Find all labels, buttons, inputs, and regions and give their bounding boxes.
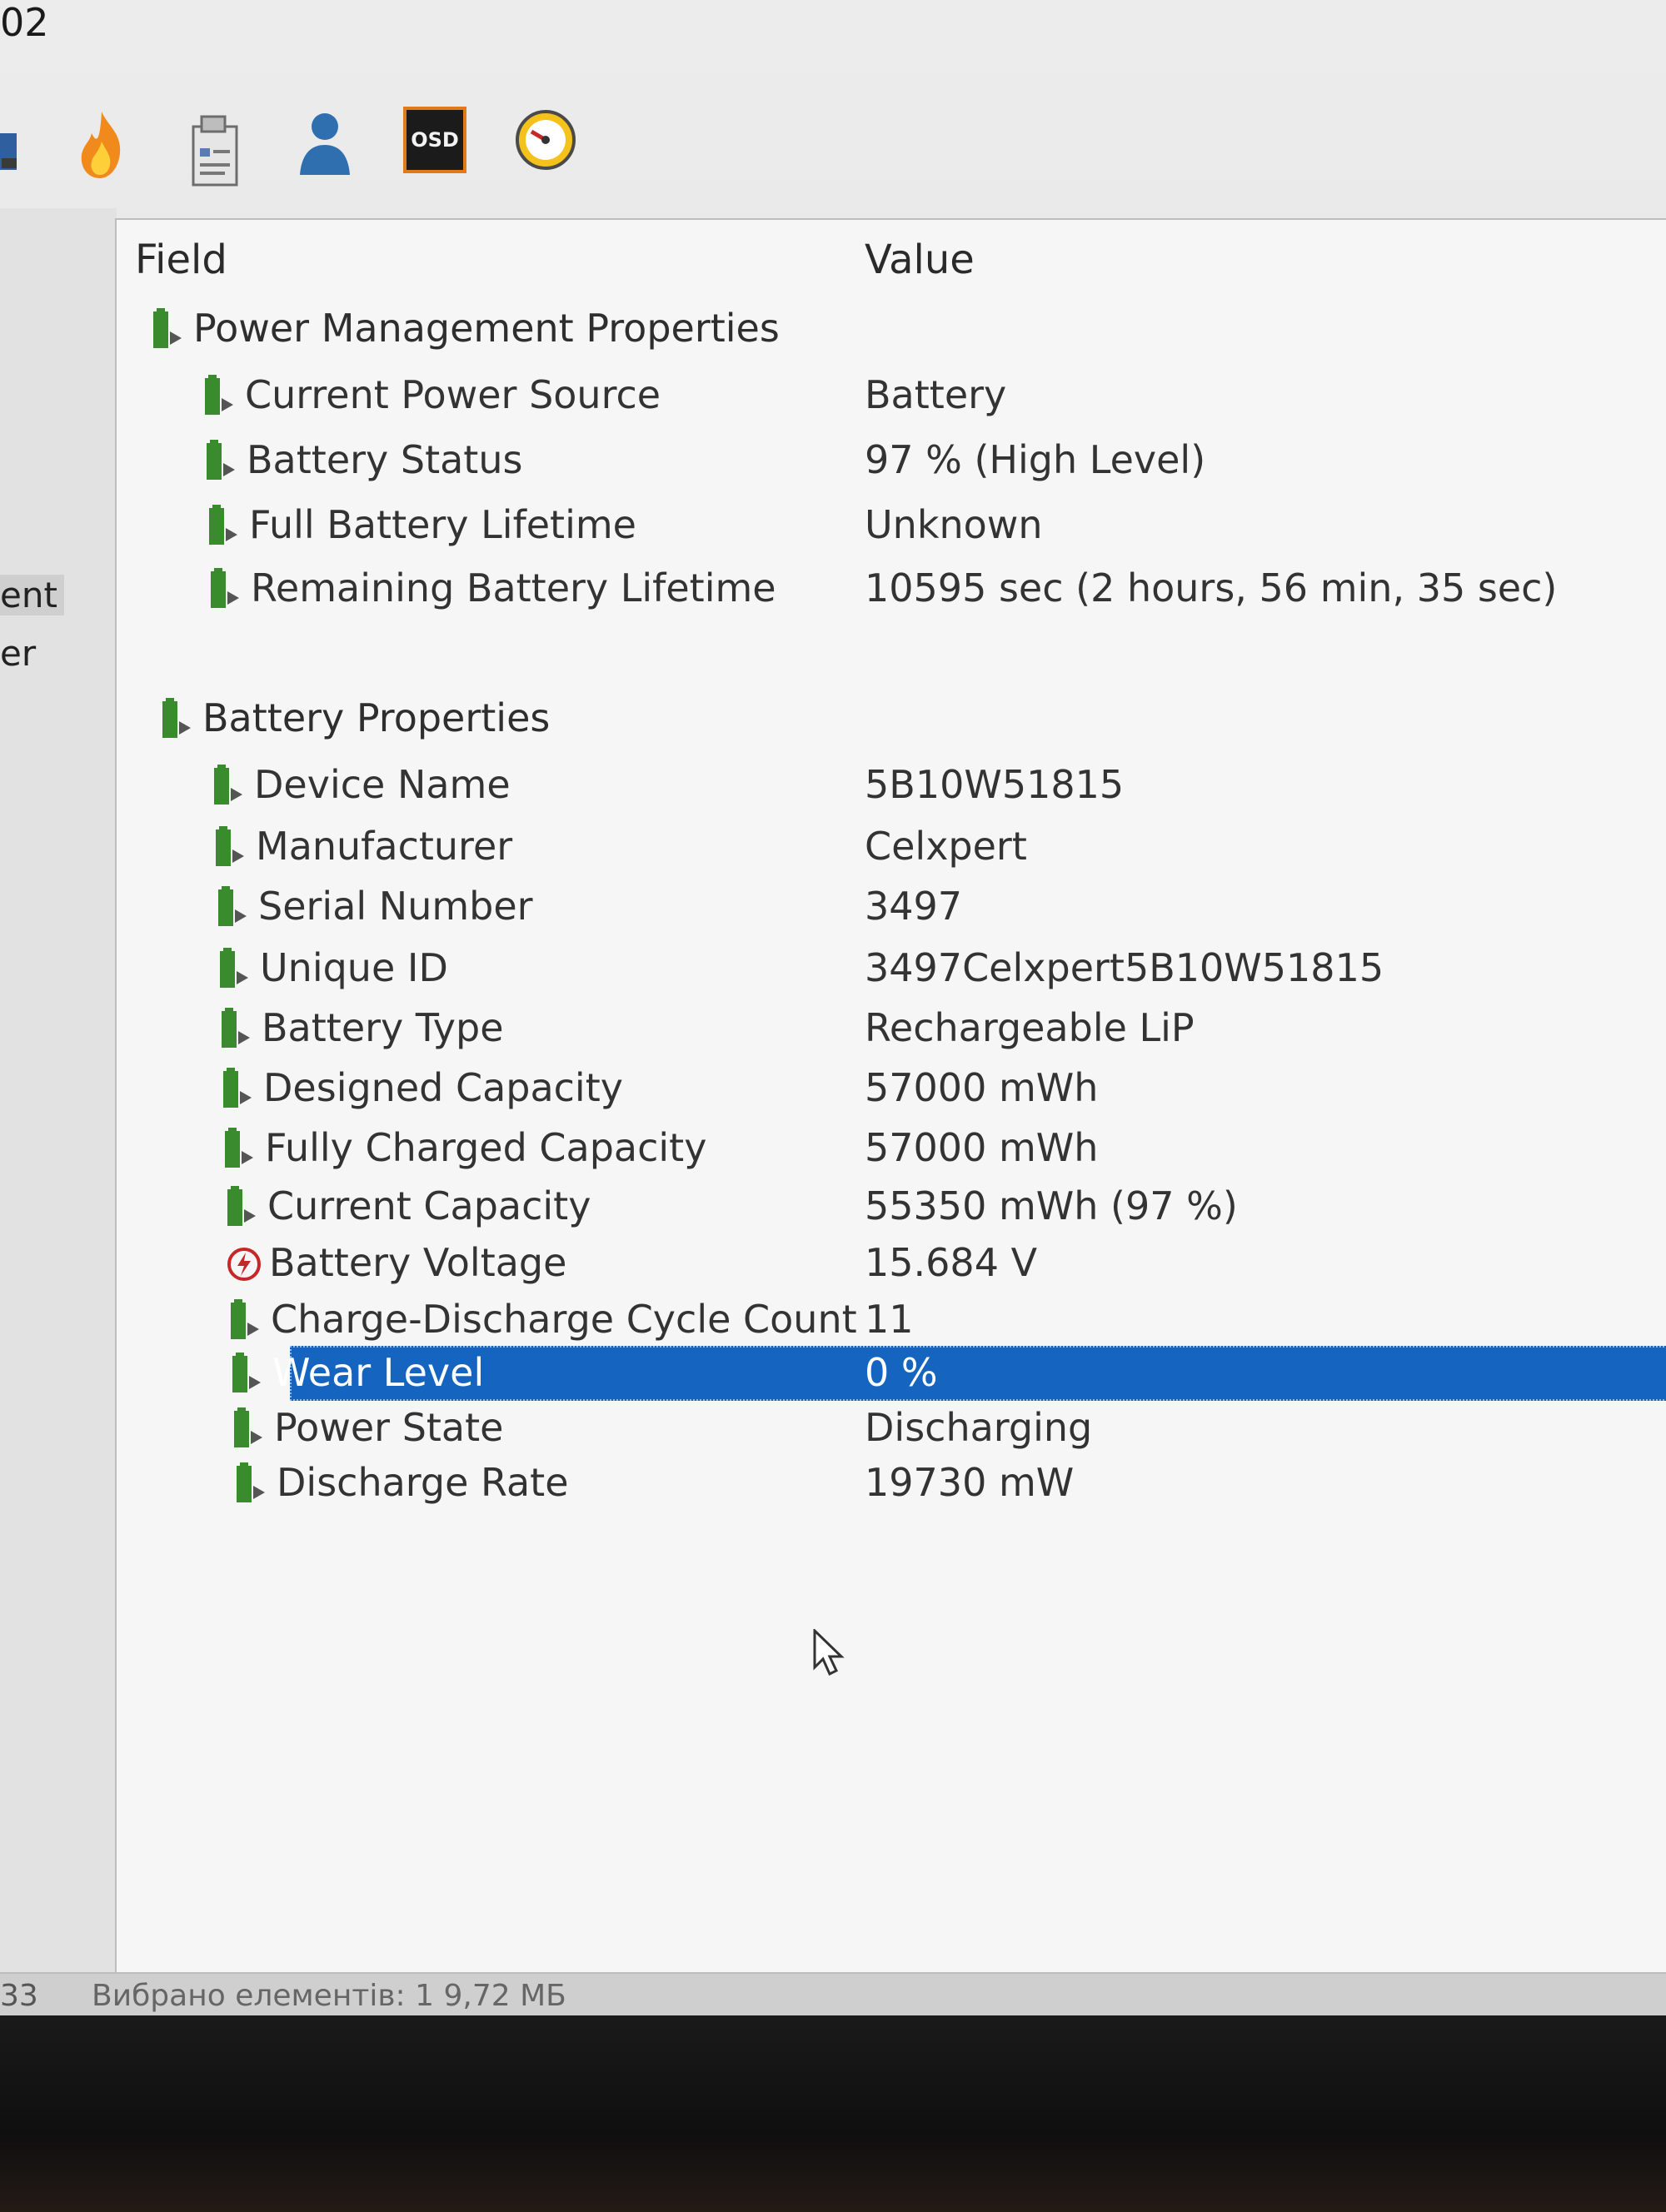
gauge-icon[interactable] [513, 107, 578, 173]
field-label: Battery Status [247, 437, 523, 482]
field-label: Power State [274, 1405, 504, 1450]
battery-icon [207, 566, 244, 611]
table-row[interactable]: Serial Number 3497 [117, 879, 1666, 934]
battery-icon [231, 1406, 267, 1451]
osd-icon[interactable]: OSD [403, 107, 466, 173]
battery-icon [218, 1006, 255, 1051]
field-label: Unique ID [260, 945, 448, 990]
battery-icon [224, 1184, 261, 1229]
field-label: Fully Charged Capacity [265, 1125, 707, 1170]
report-icon[interactable] [185, 108, 243, 192]
table-row-selected[interactable]: Wear Level 0 % [117, 1346, 1666, 1401]
battery-icon [229, 1351, 266, 1396]
field-value: Rechargeable LiP [865, 1005, 1195, 1050]
field-label: Charge-Discharge Cycle Count [271, 1297, 857, 1342]
table-row[interactable]: Remaining Battery Lifetime 10595 sec (2 h… [117, 561, 1666, 616]
table-row[interactable]: Unique ID 3497Celxpert5B10W51815 [117, 941, 1666, 996]
field-label: Battery Type [262, 1005, 504, 1050]
column-header-field[interactable]: Field [135, 237, 227, 283]
table-row[interactable]: Battery Status 97 % (High Level) [117, 433, 1666, 488]
field-value: 10595 sec (2 hours, 56 min, 35 sec) [865, 565, 1558, 610]
field-value: 19730 mW [865, 1460, 1075, 1505]
user-icon[interactable] [293, 108, 352, 178]
battery-icon [217, 946, 253, 991]
field-label: Discharge Rate [277, 1460, 569, 1505]
field-label: Battery Voltage [269, 1240, 567, 1285]
group-row[interactable]: Power Management Properties [117, 301, 1666, 356]
field-label: Serial Number [258, 884, 533, 929]
table-row[interactable]: Fully Charged Capacity 57000 mWh [117, 1121, 1666, 1176]
battery-icon [203, 438, 240, 483]
field-label: Device Name [254, 762, 511, 807]
battery-icon [212, 825, 249, 869]
field-value: 15.684 V [865, 1240, 1038, 1285]
nav-item-selected[interactable]: ent [0, 575, 64, 615]
voltage-icon [226, 1241, 262, 1286]
table-row[interactable]: Current Capacity 55350 mWh (97 %) [117, 1179, 1666, 1234]
field-value: Unknown [865, 502, 1043, 547]
status-text: Вибрано елементів: 1 9,72 МБ [92, 1979, 566, 2013]
field-value: 3497Celxpert5B10W51815 [865, 945, 1384, 990]
status-bar: 33 Вибрано елементів: 1 9,72 МБ [0, 1972, 1666, 2020]
field-label: Remaining Battery Lifetime [251, 565, 776, 610]
screen: 02 OSD ent er Field Value Power Manageme… [0, 0, 1666, 2020]
battery-icon [159, 696, 196, 741]
group-row[interactable]: Battery Properties [117, 691, 1666, 746]
battery-icon [215, 884, 252, 929]
field-value: 57000 mWh [865, 1065, 1099, 1110]
selection-highlight [290, 1346, 1666, 1401]
field-label: Battery Properties [202, 695, 551, 740]
field-value: 57000 mWh [865, 1125, 1099, 1170]
field-value: Battery [865, 372, 1007, 417]
field-label: Power Management Properties [193, 306, 780, 351]
mouse-cursor-icon [811, 1627, 845, 1682]
field-value: Celxpert [865, 824, 1027, 869]
nav-item[interactable]: er [0, 633, 42, 674]
table-row[interactable]: Device Name 5B10W51815 [117, 758, 1666, 813]
table-row[interactable]: Designed Capacity 57000 mWh [117, 1061, 1666, 1116]
table-row[interactable]: Power State Discharging [117, 1401, 1666, 1456]
field-value: 55350 mWh (97 %) [865, 1183, 1238, 1228]
battery-icon [222, 1126, 258, 1171]
field-label: Current Capacity [267, 1183, 591, 1228]
field-value: Discharging [865, 1405, 1093, 1450]
monitor-bezel [0, 2015, 1666, 2212]
column-header-value[interactable]: Value [865, 237, 975, 283]
table-row[interactable]: Battery Voltage 15.684 V [117, 1236, 1666, 1291]
table-row[interactable]: Manufacturer Celxpert [117, 820, 1666, 874]
field-value: 5B10W51815 [865, 762, 1125, 807]
battery-icon [220, 1066, 257, 1111]
field-label: Wear Level [272, 1350, 485, 1395]
field-value: 3497 [865, 884, 963, 929]
osd-label: OSD [411, 128, 459, 152]
window-title: 02 [0, 0, 49, 45]
toolbar: OSD [0, 92, 1666, 200]
table-row[interactable]: Current Power Source Battery [117, 368, 1666, 423]
field-label: Designed Capacity [263, 1065, 623, 1110]
field-value: 97 % (High Level) [865, 437, 1206, 482]
battery-icon [150, 306, 187, 351]
battery-icon [227, 1298, 264, 1343]
left-navigation-pane: ent er [0, 208, 117, 1982]
field-value: 11 [865, 1297, 914, 1342]
table-row[interactable]: Discharge Rate 19730 mW [117, 1456, 1666, 1511]
field-label: Current Power Source [245, 372, 661, 417]
battery-icon [211, 763, 247, 808]
flame-icon[interactable] [72, 108, 132, 182]
battery-icon [202, 373, 238, 418]
app-icon[interactable] [0, 125, 20, 175]
table-row[interactable]: Charge-Discharge Cycle Count 11 [117, 1293, 1666, 1348]
field-label: Full Battery Lifetime [249, 502, 636, 547]
status-count: 33 [0, 1979, 38, 2013]
table-row[interactable]: Full Battery Lifetime Unknown [117, 498, 1666, 553]
properties-panel: Field Value Power Management Properties C… [115, 218, 1666, 1977]
table-row[interactable]: Battery Type Rechargeable LiP [117, 1001, 1666, 1056]
field-value: 0 % [865, 1350, 938, 1395]
battery-icon [233, 1461, 270, 1506]
battery-icon [206, 503, 242, 548]
field-label: Manufacturer [256, 824, 513, 869]
